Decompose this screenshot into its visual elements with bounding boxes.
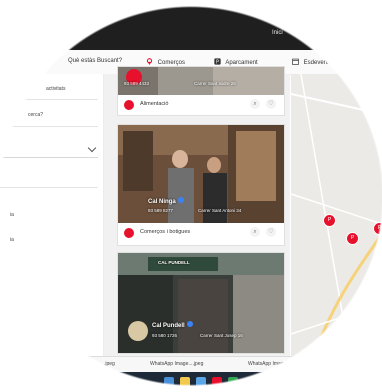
filter-option-1[interactable]: ia bbox=[10, 212, 14, 218]
filter-question: cerca? bbox=[28, 112, 44, 118]
location-pin-icon bbox=[146, 58, 153, 65]
svg-text:P: P bbox=[216, 59, 219, 65]
category-select[interactable] bbox=[0, 141, 98, 158]
heart-icon[interactable]: ♡ bbox=[266, 99, 276, 109]
map-pin-icon bbox=[124, 100, 134, 110]
filter-option-2[interactable]: ia bbox=[10, 237, 14, 243]
shop-address: Carrer Sant Antoni 34 bbox=[198, 208, 242, 213]
verified-icon bbox=[186, 321, 193, 327]
map-view[interactable]: P P P bbox=[291, 74, 382, 364]
download-item[interactable]: WhatsApp Image....jpeg bbox=[248, 361, 301, 367]
zoom-icon[interactable]: ⌕ bbox=[250, 227, 260, 237]
nav-label-search: Què estàs Buscant? bbox=[68, 58, 123, 64]
os-taskbar bbox=[0, 372, 382, 392]
map-roads bbox=[291, 74, 382, 364]
shop-phone[interactable]: 93 580 1726 bbox=[152, 333, 177, 338]
app-icon[interactable] bbox=[228, 377, 238, 387]
shop-photo-image bbox=[118, 253, 284, 353]
download-item[interactable]: .jpeg bbox=[104, 361, 115, 367]
shop-name-text: Cal Pundell bbox=[152, 323, 185, 329]
topbar-link-guide[interactable]: Guia de Botigues bbox=[294, 30, 340, 36]
downloads-bar: .jpeg WhatsApp Image....jpeg WhatsApp Im… bbox=[0, 356, 382, 373]
parking-icon: P bbox=[214, 58, 221, 65]
shop-name-text: Cal Ninga bbox=[148, 199, 176, 205]
shop-name: Cal Pundell bbox=[152, 321, 193, 329]
filter-title: activitats bbox=[46, 86, 66, 92]
shop-name: Cal Ninga bbox=[148, 197, 184, 205]
shop-phone[interactable]: 93 589 8277 bbox=[148, 208, 173, 213]
shop-card[interactable]: CAL PUNDELL Cal Pundell 93 580 1726 Carr… bbox=[117, 252, 285, 354]
topbar-link-home[interactable]: Inici bbox=[272, 30, 283, 36]
shop-category: Comerços i botigues bbox=[140, 229, 191, 235]
nav-item-events[interactable]: Esdeveniments bbox=[292, 58, 345, 66]
verified-icon bbox=[177, 197, 184, 203]
calendar-icon bbox=[292, 58, 299, 65]
card-footer: Alimentació ⌕ ♡ bbox=[118, 95, 284, 115]
filter-divider bbox=[0, 126, 98, 127]
zoom-icon[interactable]: ⌕ bbox=[250, 99, 260, 109]
shop-address: Carrer Sant Josep 16 bbox=[200, 333, 243, 338]
card-footer: Comerços i botigues ⌕ ♡ bbox=[118, 223, 284, 243]
start-icon[interactable] bbox=[164, 377, 174, 387]
browser-viewport: Inici Guia de Botigues Què estàs Buscant… bbox=[0, 0, 382, 392]
nav-item-shops[interactable]: Comerços bbox=[146, 58, 185, 66]
nav-label-events: Esdeveniments bbox=[303, 60, 345, 66]
folder-icon[interactable] bbox=[180, 377, 190, 387]
site-top-bar: Inici Guia de Botigues bbox=[0, 0, 382, 50]
download-item[interactable]: WhatsApp Image....jpeg bbox=[150, 361, 203, 367]
shop-card[interactable]: Cal Ninga 93 589 8277 Carrer Sant Antoni… bbox=[117, 124, 285, 246]
map-pin-icon bbox=[124, 228, 134, 238]
shop-card[interactable]: 93 589 4433 Carrer Sant Isidre 26 Alimen… bbox=[117, 66, 285, 116]
shop-address: Carrer Sant Isidre 26 bbox=[194, 81, 236, 86]
shop-phone[interactable]: 93 589 4433 bbox=[124, 81, 149, 86]
filter-divider bbox=[0, 187, 98, 188]
browser-icon[interactable] bbox=[196, 377, 206, 387]
nav-item-parking[interactable]: P Aparcament bbox=[214, 58, 258, 66]
shop-category: Alimentació bbox=[140, 101, 169, 107]
map-marker[interactable]: P bbox=[373, 222, 382, 235]
map-marker[interactable]: P bbox=[346, 232, 359, 245]
filter-divider bbox=[0, 99, 98, 100]
shop-sign: CAL PUNDELL bbox=[158, 260, 190, 265]
heart-icon[interactable]: ♡ bbox=[266, 227, 276, 237]
shop-photo: CAL PUNDELL Cal Pundell 93 580 1726 Carr… bbox=[118, 253, 284, 353]
filter-panel: activitats cerca? ia ia bbox=[0, 74, 104, 364]
shop-photo: 93 589 4433 Carrer Sant Isidre 26 bbox=[118, 67, 284, 95]
app-icon[interactable] bbox=[212, 377, 222, 387]
map-marker[interactable]: P bbox=[323, 214, 336, 227]
shop-photo: Cal Ninga 93 589 8277 Carrer Sant Antoni… bbox=[118, 125, 284, 223]
nav-item-search[interactable]: Què estàs Buscant? bbox=[68, 58, 122, 64]
